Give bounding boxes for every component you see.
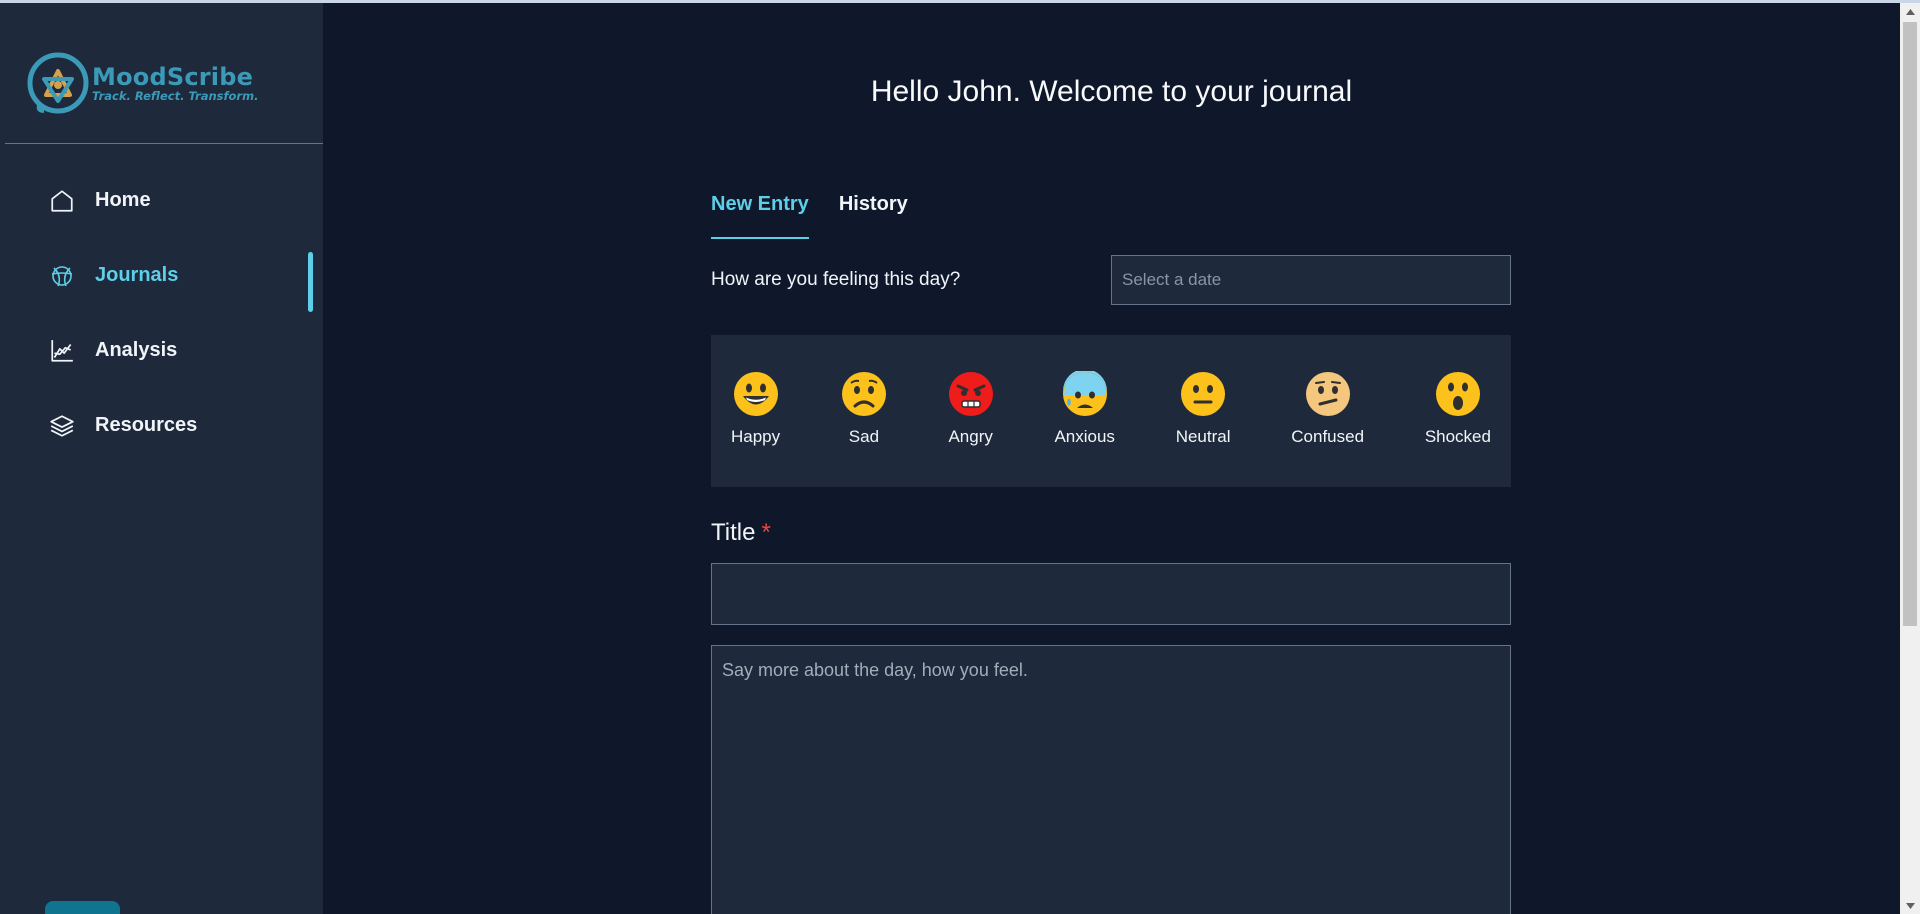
brand-name: MoodScribe [92,63,254,91]
tab-new-entry[interactable]: New Entry [711,193,809,239]
sidebar-divider [5,143,323,144]
journal-body-textarea[interactable] [711,645,1511,914]
sidebar: MoodScribe Track. Reflect. Transform. Ho… [0,3,323,914]
sidebar-item-analysis[interactable]: Analysis [0,313,323,388]
sidebar-item-label: Home [95,189,151,211]
main-content: Hello John. Welcome to your journal New … [323,3,1900,914]
scroll-down-arrow-icon[interactable] [1900,897,1920,914]
mood-sad[interactable]: Sad [841,371,887,447]
date-picker-input[interactable] [1111,255,1511,305]
sidebar-nav: Home Journals Analysis Resources [0,163,323,463]
happy-face-icon [733,372,778,416]
page-scrollbar[interactable] [1900,3,1920,914]
tab-history[interactable]: History [839,193,908,239]
mood-label: Happy [731,427,781,446]
mood-selector: Happy Sad Angry Anxious Neutral Confused… [711,335,1511,487]
mood-happy[interactable]: Happy [731,371,780,447]
scrollbar-thumb[interactable] [1903,22,1917,626]
title-label-text: Title [711,519,756,546]
title-input[interactable] [711,563,1511,625]
mood-neutral[interactable]: Neutral [1176,371,1231,447]
journal-tabs: New Entry History [711,193,938,239]
mood-shocked[interactable]: Shocked [1425,371,1491,447]
required-asterisk: * [761,519,771,546]
sidebar-item-label: Analysis [95,339,178,361]
moodscribe-logo-icon [27,52,89,114]
mood-label: Anxious [1054,427,1115,446]
confused-face-icon [1305,372,1350,416]
sad-face-icon [841,372,886,416]
anxious-face-icon [1062,371,1107,416]
shocked-face-icon [1435,372,1480,416]
page-title: Hello John. Welcome to your journal [870,75,1353,108]
mood-label: Confused [1291,427,1365,446]
sidebar-item-label: Journals [95,264,179,286]
sidebar-item-journals[interactable]: Journals [0,238,323,313]
active-indicator [308,252,313,312]
mood-confused[interactable]: Confused [1291,371,1364,447]
mood-anxious[interactable]: Anxious [1054,371,1115,447]
brand-logo-link[interactable]: MoodScribe Track. Reflect. Transform. [26,51,266,115]
sidebar-item-resources[interactable]: Resources [0,388,323,463]
chart-icon [48,337,76,365]
mood-label: Sad [848,427,880,446]
sidebar-bottom-button[interactable] [45,901,120,914]
angry-face-icon [948,372,993,416]
mood-label: Neutral [1175,427,1231,446]
title-field-label: Title * [711,519,771,547]
feeling-prompt: How are you feeling this day? [711,269,961,290]
sidebar-item-home[interactable]: Home [0,163,323,238]
layers-icon [48,412,76,440]
feeling-row: How are you feeling this day? [711,255,1511,305]
mood-label: Angry [948,427,993,446]
journal-icon [48,262,76,290]
sidebar-item-label: Resources [95,414,198,436]
mood-label: Shocked [1424,427,1491,446]
home-icon [48,187,76,215]
mood-angry[interactable]: Angry [948,371,994,447]
scroll-up-arrow-icon[interactable] [1900,3,1920,20]
brand-tagline: Track. Reflect. Transform. [92,89,259,103]
neutral-face-icon [1181,372,1226,416]
